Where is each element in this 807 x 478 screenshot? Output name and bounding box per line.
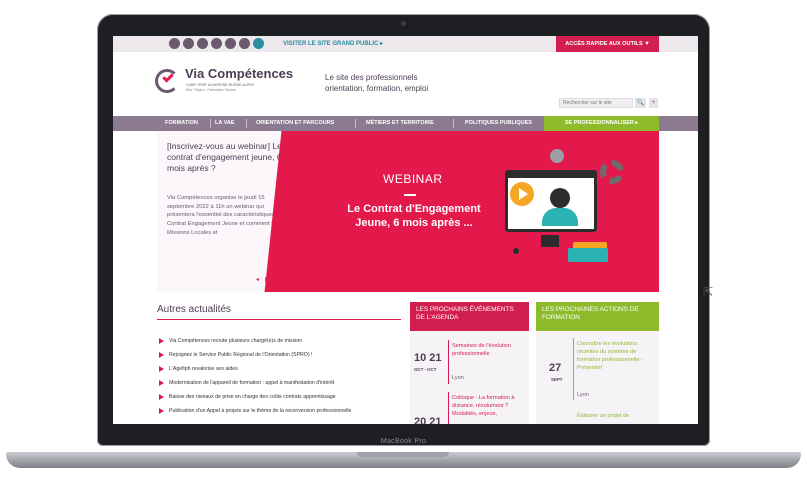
logo-subtitle: CARIF OREF AUVERGNE-RHÔNE-ALPES <box>186 83 254 87</box>
monitor-bar <box>508 170 594 178</box>
news-list: Via Compétences recrute plusieurs chargé… <box>157 334 413 418</box>
training-title[interactable]: Connaître les évolutions récentes du sys… <box>577 340 655 372</box>
training-divider <box>573 338 574 400</box>
event-title[interactable]: Colloque : La formation à distance, réso… <box>452 394 526 418</box>
banner-kicker: WEBINAR <box>383 172 443 186</box>
nav-separator <box>246 119 247 128</box>
logo-partners: État · Région · Partenaires Sociaux <box>186 88 236 92</box>
bulb-icon <box>513 248 519 254</box>
event-divider <box>448 340 449 384</box>
globe-icon[interactable] <box>253 38 264 49</box>
top-bar: VISITER LE SITE GRAND PUBLIC ▸ ACCÈS RAP… <box>113 36 698 52</box>
browser-screen: VISITER LE SITE GRAND PUBLIC ▸ ACCÈS RAP… <box>113 36 698 424</box>
event-date: 20 21 <box>414 416 442 424</box>
twitter-icon[interactable] <box>197 38 208 49</box>
expand-button[interactable]: + <box>649 98 658 108</box>
person-head-icon <box>550 188 570 208</box>
person-body-icon <box>542 208 578 226</box>
news-title: Autres actualités <box>157 304 231 315</box>
event-date: 10 21 <box>414 352 442 364</box>
logo-title[interactable]: Via Compétences <box>185 66 293 81</box>
search-button[interactable]: 🔍 <box>635 98 646 108</box>
event-divider <box>448 392 449 424</box>
training-place: Lyon <box>577 392 589 398</box>
nav-separator <box>355 119 356 128</box>
device-label: MacBook Pro <box>380 438 427 445</box>
laptop-notch <box>357 452 449 457</box>
nav-separator <box>453 119 454 128</box>
nav-item-vae[interactable]: LA VAE <box>215 116 235 131</box>
gear-icon <box>600 160 624 184</box>
news-item[interactable]: Modernisation de l'appareil de formation… <box>157 376 413 390</box>
social-links <box>169 38 264 49</box>
banner-title: Le Contrat d'Engagement Jeune, 6 mois ap… <box>347 203 481 229</box>
camera-icon <box>401 21 406 26</box>
nav-item-formation[interactable]: FORMATION <box>165 116 198 131</box>
books-icon <box>568 248 608 262</box>
news-item[interactable]: Rejoignez le Service Public Régional de … <box>157 348 413 362</box>
youtube-icon[interactable] <box>211 38 222 49</box>
banner-divider <box>404 194 416 196</box>
monitor-stand <box>541 235 559 247</box>
event-place: Lyon <box>452 375 464 381</box>
rss-icon[interactable] <box>225 38 236 49</box>
linkedin-icon[interactable] <box>183 38 194 49</box>
nav-item-politiques[interactable]: POLITIQUES PUBLIQUES <box>465 116 532 131</box>
news-item[interactable]: Via Compétences recrute plusieurs chargé… <box>157 334 413 348</box>
visit-public-site-link[interactable]: VISITER LE SITE GRAND PUBLIC ▸ <box>283 40 383 47</box>
user-icon[interactable] <box>169 38 180 49</box>
training-month: SEPT <box>551 377 563 382</box>
training-title[interactable]: Élaborer un projet de <box>577 412 655 420</box>
search-input[interactable]: Rechercher sur le site <box>559 98 633 108</box>
mail-icon[interactable] <box>239 38 250 49</box>
nav-cta-professionnaliser[interactable]: SE PROFESSIONNALISER ▸ <box>544 116 659 131</box>
hero-text: Via Compétences organise le jeudi 15 sep… <box>167 195 283 236</box>
nav-separator <box>210 119 211 128</box>
news-title-underline <box>157 319 401 320</box>
nav-item-orientation[interactable]: ORIENTATION ET PARCOURS <box>256 116 334 131</box>
quick-access-button[interactable]: ACCÈS RAPIDE AUX OUTILS ▼ <box>556 36 659 52</box>
event-title[interactable]: Semaines de l'évolution professionnelle <box>452 342 524 358</box>
event-month: OCT - OCT <box>414 367 437 372</box>
training-heading[interactable]: LES PROCHAINES ACTIONS DE FORMATION <box>536 302 659 331</box>
site-tagline: Le site des professionnels orientation, … <box>325 73 429 93</box>
news-item[interactable]: Publication d'un Appel à projets sur le … <box>157 404 413 418</box>
news-item[interactable]: L'Agefiph revalorise ses aides <box>157 362 413 376</box>
mouse-cursor-icon: ⇱ <box>703 285 714 299</box>
play-icon <box>510 182 534 206</box>
hero-title[interactable]: [Inscrivez-vous au webinar] Le contrat d… <box>167 141 285 174</box>
nav-item-metiers[interactable]: MÉTIERS ET TERRITOIRE <box>366 116 434 131</box>
events-heading[interactable]: LES PROCHAINS ÉVÉNEMENTS DE L'AGENDA <box>410 302 529 331</box>
training-date: 27 <box>549 362 562 374</box>
news-item[interactable]: Baisse des niveaux de prise en charge de… <box>157 390 413 404</box>
webcam-icon <box>550 149 564 163</box>
